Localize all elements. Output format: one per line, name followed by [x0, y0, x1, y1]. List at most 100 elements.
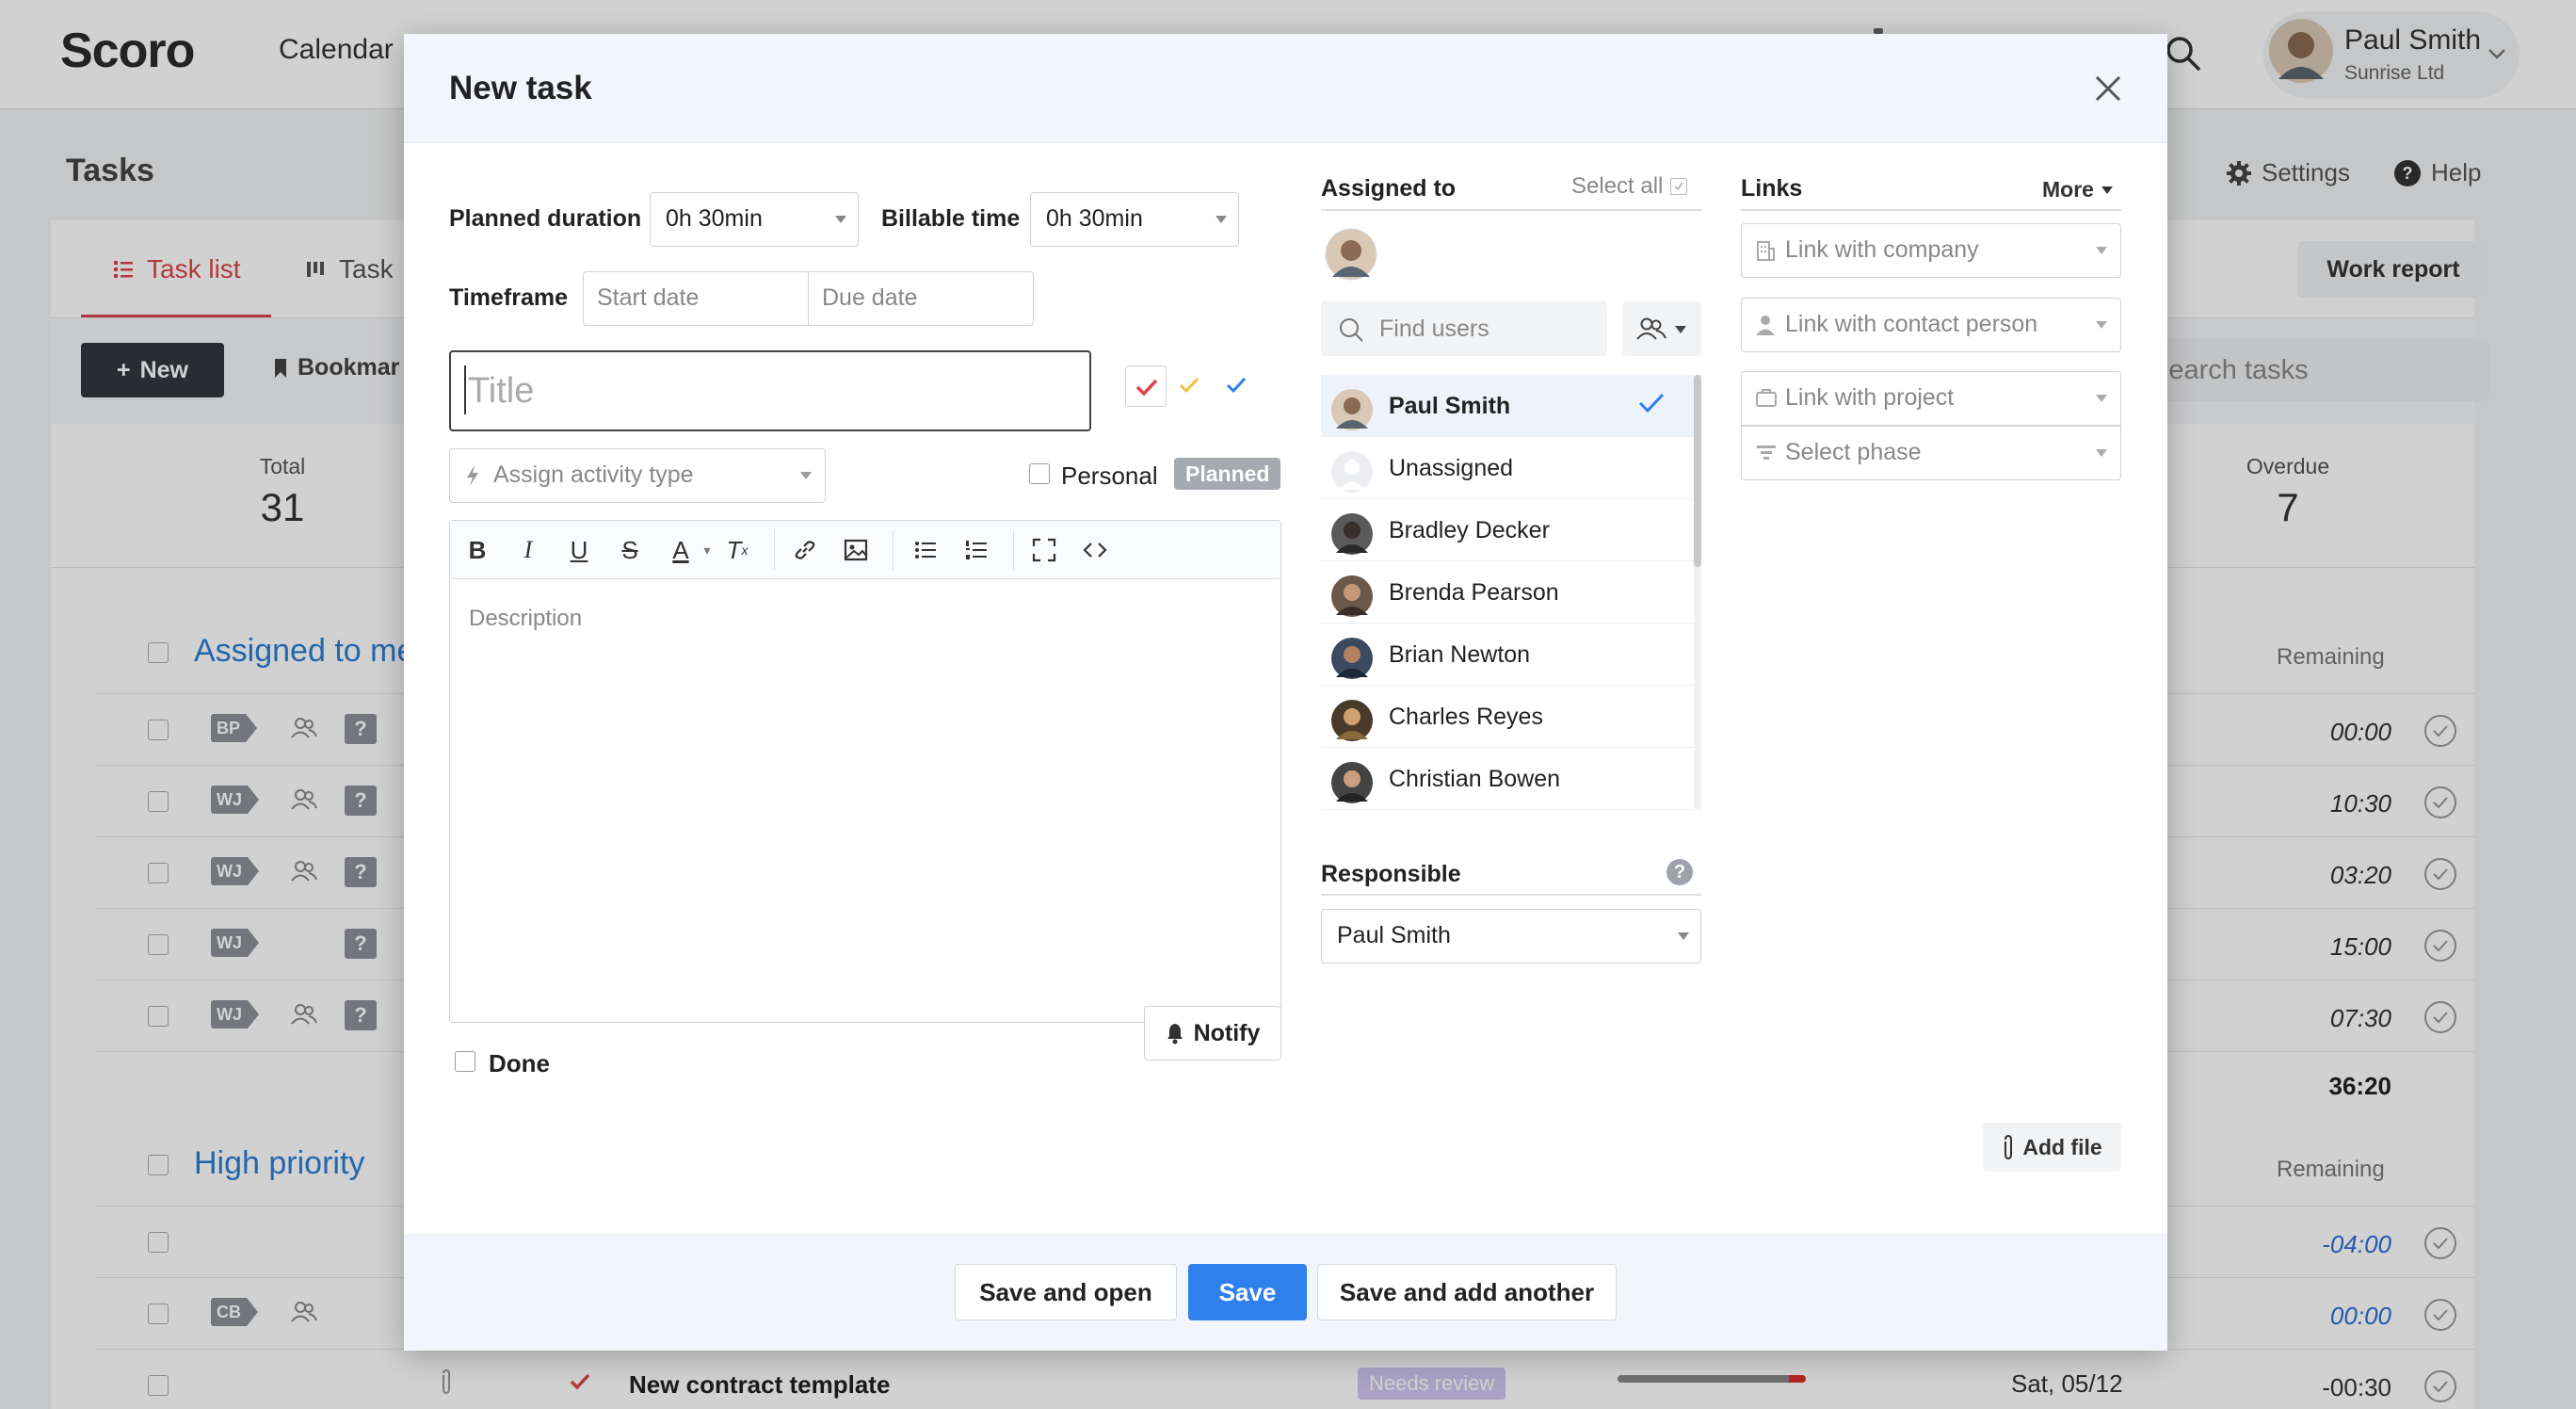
assigned-avatar[interactable]	[1325, 228, 1377, 281]
add-file-button[interactable]: Add file	[1983, 1123, 2121, 1172]
title-input[interactable]: Title	[449, 350, 1091, 431]
help-icon[interactable]: ?	[1666, 859, 1693, 885]
save-and-add-another-button[interactable]: Save and add another	[1317, 1264, 1617, 1320]
user-name: Paul Smith	[1389, 393, 1511, 419]
responsible-select[interactable]: Paul Smith	[1321, 909, 1701, 964]
avatar-placeholder	[1330, 450, 1374, 494]
more-label: More	[2042, 177, 2094, 202]
select-all-checkbox[interactable]	[1670, 178, 1688, 195]
save-and-open-button[interactable]: Save and open	[955, 1264, 1177, 1320]
activity-type-select[interactable]: Assign activity type	[449, 448, 826, 503]
avatar	[1330, 637, 1374, 680]
bold-icon[interactable]: B	[463, 536, 491, 564]
billable-time-label: Billable time	[881, 205, 1021, 232]
bell-icon	[1167, 1024, 1183, 1045]
scrollbar-thumb[interactable]	[1694, 375, 1701, 567]
user-name: Charles Reyes	[1389, 704, 1543, 730]
modal-title: New task	[449, 70, 592, 106]
numbered-list-icon[interactable]	[962, 536, 990, 564]
dropdown-arrow-icon	[2096, 247, 2107, 254]
link-project-placeholder: Link with project	[1785, 384, 1955, 411]
link-icon[interactable]	[791, 536, 819, 564]
notify-button[interactable]: Notify	[1144, 1006, 1281, 1061]
planned-badge: Planned	[1174, 458, 1281, 490]
title-placeholder: Title	[468, 371, 535, 411]
billable-time-select[interactable]: 0h 30min	[1030, 192, 1239, 247]
image-icon[interactable]	[842, 536, 870, 564]
user-option[interactable]: Paul Smith	[1321, 375, 1696, 437]
underline-icon[interactable]: U	[565, 536, 593, 564]
user-groups-button[interactable]	[1622, 301, 1701, 356]
personal-checkbox[interactable]	[1029, 463, 1050, 484]
avatar	[1330, 388, 1374, 431]
dropdown-arrow-icon	[2096, 449, 2107, 457]
select-value: 0h 30min	[1046, 205, 1143, 232]
select-phase-placeholder: Select phase	[1785, 439, 1922, 465]
dropdown-arrow-icon	[835, 216, 846, 223]
select-value: 0h 30min	[666, 205, 763, 232]
description-editor[interactable]: B I U S A ▾ Tx Description	[449, 520, 1281, 1023]
text-color-icon[interactable]: A	[667, 536, 695, 564]
planned-duration-select[interactable]: 0h 30min	[650, 192, 859, 247]
timeframe-label: Timeframe	[449, 284, 568, 311]
italic-icon[interactable]: I	[514, 536, 542, 564]
code-icon[interactable]	[1081, 536, 1109, 564]
avatar	[1330, 699, 1374, 742]
new-task-modal: New task Planned duration 0h 30min Billa…	[404, 34, 2167, 1351]
user-option[interactable]: Brenda Pearson	[1321, 561, 1696, 624]
dropdown-arrow-icon	[2096, 321, 2107, 329]
paperclip-icon	[2004, 1134, 2013, 1160]
find-users-input[interactable]: Find users	[1321, 301, 1607, 356]
link-company-select[interactable]: Link with company	[1741, 223, 2121, 278]
fullscreen-icon[interactable]	[1030, 536, 1058, 564]
bullet-list-icon[interactable]	[911, 536, 940, 564]
dropdown-arrow-icon	[2096, 395, 2107, 402]
link-company-placeholder: Link with company	[1785, 236, 1979, 263]
user-name: Unassigned	[1389, 455, 1514, 481]
divider	[1013, 530, 1014, 570]
dropdown-arrow-icon	[1675, 326, 1686, 333]
save-button[interactable]: Save	[1188, 1264, 1307, 1320]
done-label: Done	[489, 1049, 550, 1077]
link-contact-placeholder: Link with contact person	[1785, 311, 2038, 337]
editor-toolbar: B I U S A ▾ Tx	[450, 521, 1280, 579]
user-option[interactable]: Christian Bowen	[1321, 748, 1696, 810]
planned-duration-label: Planned duration	[449, 205, 642, 232]
divider	[893, 530, 894, 570]
bolt-icon	[465, 464, 480, 487]
person-icon	[1755, 314, 1776, 336]
more-menu[interactable]: More	[2042, 177, 2113, 202]
divider	[774, 530, 775, 570]
modal-header: New task	[404, 34, 2167, 143]
text-cursor	[464, 365, 466, 414]
user-option[interactable]: Unassigned	[1321, 437, 1696, 499]
strikethrough-icon[interactable]: S	[616, 536, 644, 564]
chevron-down-icon[interactable]: ▾	[693, 536, 721, 564]
start-date-input[interactable]: Start date	[583, 271, 809, 326]
dropdown-arrow-icon	[2101, 186, 2113, 194]
select-all-toggle[interactable]: Select all	[1571, 173, 1688, 200]
divider	[1321, 894, 1701, 896]
add-file-label: Add file	[2022, 1134, 2102, 1159]
close-icon[interactable]	[2093, 73, 2123, 104]
avatar	[1330, 761, 1374, 804]
user-option[interactable]: Charles Reyes	[1321, 686, 1696, 748]
priority-medium-check-icon[interactable]	[1178, 375, 1200, 396]
assigned-to-label: Assigned to	[1321, 175, 1457, 202]
done-checkbox[interactable]	[455, 1051, 475, 1072]
link-contact-select[interactable]: Link with contact person	[1741, 298, 2121, 352]
select-phase-select[interactable]: Select phase	[1741, 426, 2121, 480]
user-option[interactable]: Bradley Decker	[1321, 499, 1696, 561]
search-icon	[1338, 316, 1364, 343]
find-users-placeholder: Find users	[1379, 316, 1489, 342]
users-icon	[1635, 316, 1667, 341]
user-option[interactable]: Brian Newton	[1321, 624, 1696, 686]
priority-low-check-icon[interactable]	[1225, 375, 1248, 396]
activity-placeholder: Assign activity type	[493, 462, 694, 488]
due-date-input[interactable]: Due date	[808, 271, 1034, 326]
priority-high-checkbox[interactable]	[1125, 365, 1167, 407]
link-project-select[interactable]: Link with project	[1741, 371, 2121, 426]
clear-format-icon[interactable]: Tx	[723, 536, 751, 564]
selected-check-icon	[1637, 390, 1666, 416]
description-placeholder: Description	[469, 606, 583, 631]
